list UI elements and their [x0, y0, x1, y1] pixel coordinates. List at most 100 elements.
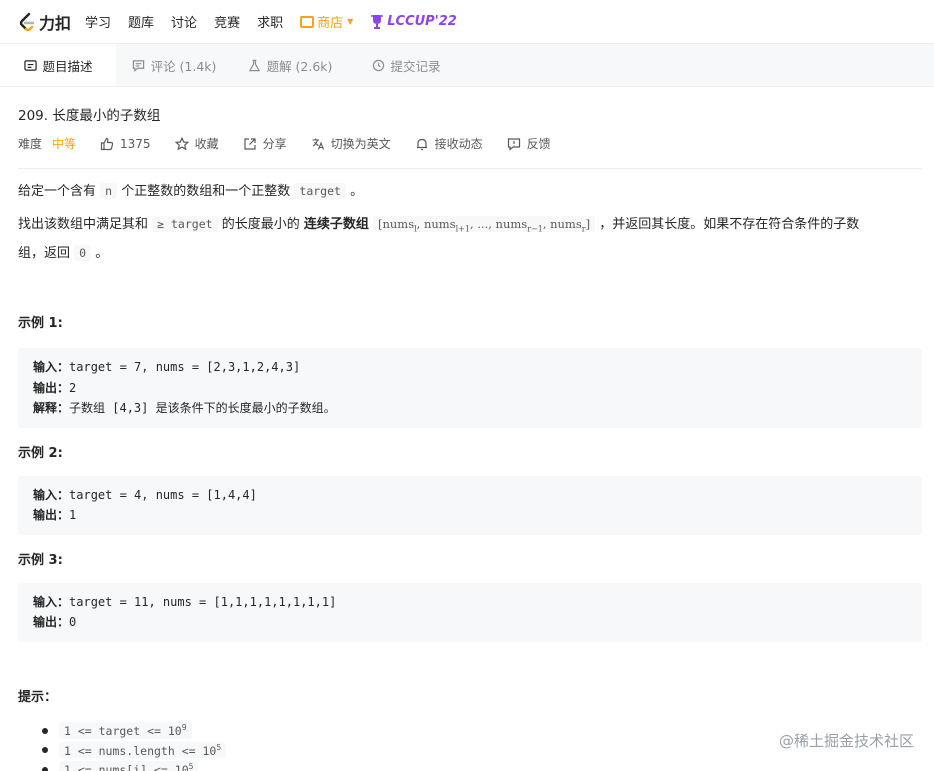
follow-button[interactable]: 接收动态	[415, 135, 483, 152]
text: 。	[95, 246, 109, 262]
input-label: 输入：	[33, 360, 70, 375]
problem-tabs: 题目描述 评论 (1.4k) 题解 (2.6k) 提交记录	[0, 44, 934, 87]
text: 。	[350, 184, 364, 199]
inline-code: 0	[74, 245, 92, 262]
switch-language-button[interactable]: 切换为英文	[311, 135, 391, 152]
like-button[interactable]: 1375	[100, 137, 151, 151]
tab-label: 题解 (2.6k)	[266, 58, 333, 74]
hint-text: 1 <= nums[i] <= 10	[64, 762, 189, 771]
favorite-button[interactable]: 收藏	[174, 135, 219, 152]
bullet-icon	[42, 747, 48, 754]
nav-discuss[interactable]: 讨论	[171, 12, 197, 31]
problem-content: 209. 长度最小的子数组 难度 中等 1375 收藏 分享 切换为英文 接收动…	[0, 104, 934, 771]
description-paragraph-1: 给定一个含有 n 个正整数的数组和一个正整数 target 。	[18, 179, 922, 204]
example-explanation: 子数组 [4,3] 是该条件下的长度最小的子数组。	[69, 401, 336, 416]
input-label: 输入：	[33, 594, 70, 609]
switch-language-label: 切换为英文	[330, 137, 391, 151]
feedback-icon	[507, 137, 520, 151]
comment-icon	[132, 58, 146, 72]
problem-meta-bar: 难度 中等 1375 收藏 分享 切换为英文 接收动态 反馈	[18, 132, 922, 169]
inline-code: target	[294, 183, 346, 199]
nav-problemset[interactable]: 题库	[128, 12, 154, 31]
caret-down-icon: ▼	[347, 17, 354, 26]
example-3-title: 示例 3:	[18, 552, 63, 568]
nav-lccup[interactable]: LCCUP'22	[370, 14, 457, 30]
leetcode-logo-icon	[19, 12, 35, 31]
favorite-label: 收藏	[194, 137, 219, 151]
difficulty-value: 中等	[52, 137, 77, 151]
lccup-label: LCCUP'22	[387, 14, 457, 29]
clock-icon	[371, 58, 385, 72]
translate-icon	[312, 138, 324, 150]
example-2-title: 示例 2:	[18, 445, 63, 461]
text: 给定一个含有	[18, 184, 97, 199]
tab-label: 评论 (1.4k)	[150, 58, 217, 74]
tab-comments[interactable]: 评论 (1.4k)	[116, 44, 232, 86]
bold-text: 连续子数组	[303, 217, 369, 232]
trophy-icon	[371, 14, 384, 29]
example-output: 0	[69, 615, 77, 630]
output-label: 输出：	[33, 380, 70, 395]
problem-title: 209. 长度最小的子数组	[18, 108, 161, 124]
hint-text: 1 <= target <= 10	[64, 723, 182, 738]
output-label: 输出：	[33, 615, 70, 630]
hint-text: 1 <= nums.length <= 10	[64, 743, 217, 758]
hint-code: 1 <= nums.length <= 105	[59, 741, 227, 759]
math-expression: [numsl, numsl+1, ..., numsr−1, numsr]	[373, 216, 596, 233]
example-output: 2	[69, 380, 77, 395]
inline-code: ≥ target	[152, 216, 218, 232]
inline-code: n	[100, 183, 118, 199]
nav-contest[interactable]: 竞赛	[214, 12, 240, 31]
hint-exponent: 5	[216, 742, 222, 752]
tab-submissions[interactable]: 提交记录	[348, 44, 464, 86]
tab-label: 提交记录	[390, 58, 441, 74]
thumbs-up-icon	[100, 137, 114, 150]
hint-item: 1 <= nums[i] <= 105	[18, 760, 922, 771]
description-icon	[23, 58, 37, 72]
example-1-title: 示例 1:	[18, 316, 63, 332]
share-button[interactable]: 分享	[243, 135, 287, 152]
share-label: 分享	[262, 137, 287, 151]
store-label: 商店	[317, 16, 344, 31]
top-nav: 力扣 学习 题库 讨论 竞赛 求职 商店 ▼ LCCUP'22	[0, 0, 934, 44]
star-icon	[174, 136, 189, 150]
bullet-icon	[42, 727, 48, 734]
example-2-block: 输入：target = 4, nums = [1,4,4] 输出：1	[18, 475, 922, 535]
text: 找出该数组中满足其和	[18, 217, 149, 232]
text: 组，返回	[18, 246, 71, 262]
nav-study[interactable]: 学习	[85, 12, 111, 31]
nav-jobs[interactable]: 求职	[257, 12, 283, 31]
input-label: 输入：	[33, 487, 70, 502]
logo-text: 力扣	[39, 13, 72, 33]
flask-icon	[248, 58, 262, 72]
example-1-block: 输入：target = 7, nums = [2,3,1,2,4,3] 输出：2…	[18, 348, 922, 428]
bullet-icon	[42, 766, 48, 771]
example-input: target = 11, nums = [1,1,1,1,1,1,1,1]	[69, 594, 337, 609]
share-icon	[243, 137, 256, 150]
text: 个正整数的数组和一个正整数	[121, 184, 291, 199]
bell-icon	[416, 138, 427, 150]
tab-solutions[interactable]: 题解 (2.6k)	[232, 44, 348, 86]
explain-label: 解释：	[33, 401, 70, 416]
store-icon	[300, 15, 315, 28]
example-input: target = 7, nums = [2,3,1,2,4,3]	[69, 360, 301, 375]
text: ，并返回其长度。如果不存在符合条件的子数	[599, 217, 860, 232]
tab-description[interactable]: 题目描述	[0, 44, 116, 86]
watermark: @稀土掘金技术社区	[778, 732, 914, 750]
logo[interactable]: 力扣	[18, 10, 71, 34]
hints-title: 提示：	[18, 689, 58, 705]
hint-exponent: 9	[181, 723, 187, 733]
example-output: 1	[69, 508, 77, 523]
output-label: 输出：	[33, 508, 70, 523]
hint-code: 1 <= target <= 109	[59, 722, 192, 739]
hint-code: 1 <= nums[i] <= 105	[59, 761, 199, 771]
nav-store[interactable]: 商店 ▼	[300, 12, 353, 31]
example-input: target = 4, nums = [1,4,4]	[69, 487, 257, 502]
hint-exponent: 5	[188, 762, 194, 771]
difficulty-label: 难度	[18, 137, 43, 151]
description-paragraph-2: 找出该数组中满足其和 ≥ target 的长度最小的 连续子数组 [numsl,…	[18, 212, 922, 266]
feedback-button[interactable]: 反馈	[507, 135, 551, 152]
feedback-label: 反馈	[526, 137, 551, 151]
follow-label: 接收动态	[434, 137, 483, 151]
example-3-block: 输入：target = 11, nums = [1,1,1,1,1,1,1,1]…	[18, 582, 922, 642]
